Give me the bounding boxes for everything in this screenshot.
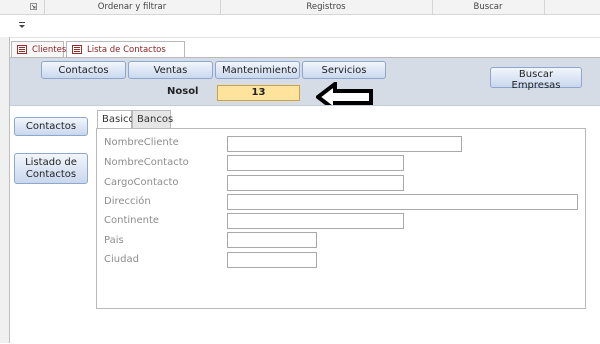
tab-basico[interactable]: Basico (97, 110, 135, 128)
field-label-direccion: Dirección (104, 196, 151, 207)
navigation-pane-strip[interactable] (0, 37, 10, 343)
contactos-button[interactable]: Contactos (41, 61, 126, 79)
dialog-launcher-icon[interactable] (30, 3, 37, 10)
ribbon-group-find: Buscar (432, 0, 545, 14)
form-tab-icon (17, 45, 27, 54)
servicios-button[interactable]: Servicios (302, 61, 386, 79)
ribbon-group-records: Registros (220, 0, 433, 14)
mantenimiento-button[interactable]: Mantenimiento (215, 61, 300, 79)
cargocontacto-input[interactable] (227, 175, 404, 191)
listado-line2: Contactos (25, 168, 77, 180)
pais-input[interactable] (227, 232, 317, 248)
form-tab-icon (72, 45, 82, 54)
ribbon-group-left (0, 0, 45, 14)
ventas-button[interactable]: Ventas (128, 61, 213, 79)
customize-qat-icon[interactable] (18, 22, 26, 29)
nosol-label: Nosol (167, 86, 199, 97)
tab-clientes[interactable]: Clientes (11, 41, 67, 57)
field-label-continente: Continente (104, 215, 160, 226)
ciudad-input[interactable] (227, 252, 317, 268)
listado-contactos-button[interactable]: Listado de Contactos (14, 153, 88, 184)
quick-access-toolbar (0, 15, 600, 38)
continente-input[interactable] (227, 213, 404, 229)
field-label-ciudad: Ciudad (104, 254, 139, 265)
tab-lista-contactos-filtro[interactable]: Lista de Contactos Filtro (66, 41, 185, 71)
nosol-field[interactable]: 13 (217, 85, 300, 101)
field-label-nombrecliente: NombreCliente (104, 137, 179, 148)
field-label-nombrecontacto: NombreContacto (104, 157, 189, 168)
buscar-empresas-button[interactable]: Buscar Empresas (490, 67, 582, 91)
listado-line1: Listado de (25, 156, 77, 168)
direccion-input[interactable] (227, 194, 578, 210)
tab-clientes-label: Clientes (32, 45, 67, 55)
ribbon-group-sort-filter: Ordenar y filtrar (44, 0, 221, 14)
field-label-cargocontacto: CargoContacto (104, 177, 179, 188)
nombrecliente-input[interactable] (227, 136, 462, 152)
nav-contactos-button[interactable]: Contactos (14, 117, 88, 136)
field-label-pais: Pais (104, 235, 124, 246)
ribbon-group-labels: Ordenar y filtrar Registros Buscar (0, 0, 600, 15)
tab-bancos[interactable]: Bancos (132, 110, 173, 128)
nombrecontacto-input[interactable] (227, 155, 404, 171)
